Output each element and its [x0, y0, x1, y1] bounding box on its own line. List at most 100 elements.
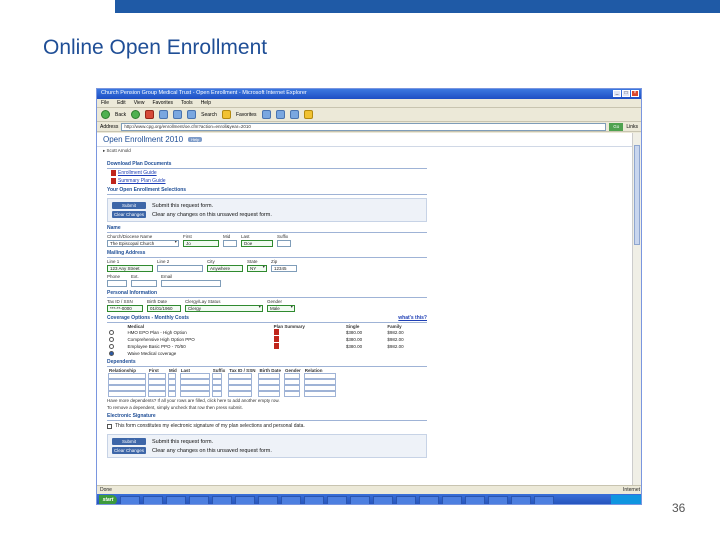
menu-edit[interactable]: Edit	[117, 100, 126, 106]
submit-button-bottom[interactable]: Submit	[112, 438, 146, 445]
history-icon[interactable]	[261, 110, 271, 119]
gender-select[interactable]: Male	[267, 305, 295, 312]
taskbar-item[interactable]	[304, 495, 324, 504]
menu-view[interactable]: View	[134, 100, 145, 106]
system-tray-clock[interactable]	[611, 495, 641, 504]
doc-row[interactable]: Summary Plan Guide	[107, 177, 427, 185]
go-button[interactable]: Go	[609, 122, 624, 131]
maximize-button[interactable]: □	[622, 90, 630, 97]
clear-changes-button[interactable]: Clear Changes	[112, 211, 146, 218]
back-label[interactable]: Back	[115, 112, 126, 118]
zip-input[interactable]: 12345	[271, 265, 297, 272]
taskbar-item[interactable]	[281, 495, 301, 504]
menu-help[interactable]: Help	[201, 100, 211, 106]
taskbar-item[interactable]	[212, 495, 232, 504]
taskbar-item[interactable]	[120, 495, 140, 504]
signature-row[interactable]: This form constitutes my electronic sign…	[107, 421, 427, 431]
vertical-scrollbar[interactable]	[632, 133, 641, 485]
table-row[interactable]: Employee Basic PPO - 70/50 $380.00 $982.…	[107, 343, 427, 350]
church-select[interactable]: The Episcopal Church	[107, 240, 179, 247]
address-line1-input[interactable]: 123 Any Street	[107, 265, 153, 272]
submit-button[interactable]: Submit	[112, 202, 146, 209]
address-line2-input[interactable]	[157, 265, 203, 272]
back-arrow-icon[interactable]	[101, 110, 110, 119]
taskbar-item[interactable]	[534, 495, 554, 504]
last-name-input[interactable]: Doe	[241, 240, 273, 247]
table-row[interactable]: HMO EPO Plan - High Option $380.00 $982.…	[107, 329, 427, 336]
taskbar-item[interactable]	[373, 495, 393, 504]
state-select[interactable]: NY	[247, 265, 267, 272]
taskbar-item[interactable]	[350, 495, 370, 504]
minimize-button[interactable]: _	[613, 90, 621, 97]
mail-icon[interactable]	[275, 110, 285, 119]
doc-link-summary[interactable]: Summary Plan Guide	[118, 178, 166, 184]
clear-description: Clear any changes on this unsaved reques…	[152, 211, 272, 218]
phone-input[interactable]	[107, 280, 127, 287]
start-button[interactable]: start	[99, 495, 117, 504]
search-icon[interactable]	[187, 110, 197, 119]
taskbar-item[interactable]	[166, 495, 186, 504]
field-label: Birth Date	[147, 299, 168, 304]
taskbar-item[interactable]	[143, 495, 163, 504]
taskbar-item[interactable]	[396, 495, 416, 504]
menu-favorites[interactable]: Favorites	[152, 100, 173, 106]
section-selections: Your Open Enrollment Selections	[107, 187, 427, 195]
section-signature-title: Electronic Signature	[107, 413, 156, 419]
favorites-star-icon[interactable]	[221, 110, 231, 119]
taskbar-item[interactable]	[258, 495, 278, 504]
whats-this-link[interactable]: what's this?	[398, 315, 427, 321]
folder-icon[interactable]	[303, 110, 313, 119]
doc-link-guide[interactable]: Enrollment Guide	[118, 170, 157, 176]
taskbar: start	[97, 494, 641, 504]
signature-checkbox[interactable]	[107, 423, 112, 429]
print-icon[interactable]	[289, 110, 299, 119]
phone-ext-input[interactable]	[131, 280, 157, 287]
url-input[interactable]: http://www.cpg.org/enrollment/oe.cfm?act…	[121, 122, 607, 131]
field-label: Ext.	[131, 274, 139, 279]
first-name-input[interactable]: Jo	[183, 240, 219, 247]
taskbar-item[interactable]	[465, 495, 485, 504]
links-label[interactable]: Links	[626, 124, 638, 130]
dependents-note: Have more dependents? If all your rows a…	[107, 398, 280, 403]
home-icon[interactable]	[173, 110, 183, 119]
suffix-input[interactable]	[277, 240, 291, 247]
favorites-label[interactable]: Favorites	[236, 112, 257, 118]
ssn-input[interactable]: ***-**-0000	[107, 305, 143, 312]
city-input[interactable]: Anywhere	[207, 265, 243, 272]
plan-radio[interactable]	[109, 337, 114, 343]
scrollbar-thumb[interactable]	[634, 145, 640, 245]
table-row[interactable]: Waive Medical coverage	[107, 350, 427, 357]
taskbar-item[interactable]	[235, 495, 255, 504]
close-button[interactable]: ×	[631, 90, 639, 97]
forward-arrow-icon[interactable]	[131, 110, 141, 119]
field-label: Last	[241, 234, 250, 239]
doc-row[interactable]: Enrollment Guide	[107, 169, 427, 177]
taskbar-item[interactable]	[327, 495, 347, 504]
clear-changes-button-bottom[interactable]: Clear Changes	[112, 447, 146, 454]
status-select[interactable]: Clergy	[185, 305, 263, 312]
pdf-icon[interactable]	[273, 343, 279, 349]
user-name[interactable]: ▸ Scott Arnold	[97, 147, 634, 155]
refresh-icon[interactable]	[159, 110, 169, 119]
pdf-icon[interactable]	[273, 329, 279, 335]
pdf-icon[interactable]	[273, 336, 279, 342]
taskbar-item[interactable]	[189, 495, 209, 504]
plan-radio[interactable]	[109, 330, 114, 336]
taskbar-item[interactable]	[442, 495, 462, 504]
email-input[interactable]	[161, 280, 221, 287]
menu-file[interactable]: File	[101, 100, 109, 106]
taskbar-item[interactable]	[488, 495, 508, 504]
taskbar-item[interactable]	[419, 495, 439, 504]
taskbar-item[interactable]	[511, 495, 531, 504]
middle-name-input[interactable]	[223, 240, 237, 247]
help-badge[interactable]: Help	[188, 137, 203, 142]
table-row[interactable]: Comprehensive High Option PPO $380.00 $9…	[107, 336, 427, 343]
stop-icon[interactable]	[145, 110, 155, 119]
plan-radio[interactable]	[109, 344, 114, 350]
menu-tools[interactable]: Tools	[181, 100, 193, 106]
birth-date-input[interactable]: 01/01/1960	[147, 305, 181, 312]
search-label[interactable]: Search	[201, 112, 217, 118]
single-cost: $380.00	[345, 344, 363, 349]
status-text: Done	[100, 487, 112, 493]
plan-radio-selected[interactable]	[109, 351, 114, 357]
